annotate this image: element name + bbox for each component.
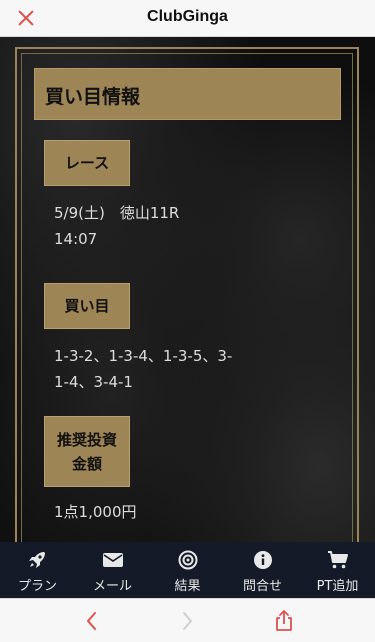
bottom-nav: プラン メール 結果 問合せ PT追加: [0, 542, 375, 598]
forward-arrow-icon[interactable]: [175, 609, 199, 633]
nav-item-mail[interactable]: メール: [75, 542, 150, 598]
investment-value: 1点1,000円: [54, 503, 137, 521]
browser-toolbar: [0, 598, 375, 642]
race-label: レース: [44, 140, 130, 186]
nav-label-contact: 問合せ: [242, 579, 282, 594]
nav-label-plan: プラン: [17, 579, 57, 594]
rocket-icon: [28, 552, 45, 568]
nav-item-contact[interactable]: 問合せ: [225, 542, 300, 598]
target-icon: [178, 550, 197, 570]
top-bar: ClubGinga: [0, 0, 375, 37]
nav-label-mail: メール: [92, 579, 132, 594]
cart-icon: [327, 551, 348, 569]
investment-label-line-1: 推奨投資: [56, 430, 117, 449]
nav-label-add-points: PT追加: [316, 579, 359, 594]
section-header: 買い目情報: [34, 68, 341, 120]
race-date: 5/9(土) 徳山11R: [54, 204, 180, 222]
investment-label: 推奨投資 金額: [44, 416, 130, 487]
share-icon[interactable]: [272, 609, 296, 633]
bets-line-2: 1-4、3-4-1: [54, 373, 133, 391]
nav-item-results[interactable]: 結果: [150, 542, 225, 598]
nav-item-plan[interactable]: プラン: [0, 542, 75, 598]
nav-label-results: 結果: [174, 579, 201, 594]
section-title: 買い目情報: [45, 86, 141, 108]
nav-item-add-points[interactable]: PT追加: [300, 542, 375, 598]
race-time: 14:07: [54, 230, 98, 248]
back-arrow-icon[interactable]: [80, 609, 104, 633]
app-title: ClubGinga: [147, 8, 228, 25]
bets-line-1: 1-3-2、1-3-4、1-3-5、3-: [54, 347, 233, 365]
bets-label: 買い目: [44, 283, 130, 329]
investment-label-line-2: 金額: [71, 454, 102, 473]
envelope-icon: [102, 553, 123, 567]
info-icon: [253, 551, 272, 569]
main-content[interactable]: 買い目情報 レース 5/9(土) 徳山11R 14:07 買い目 1-3-2、1…: [0, 37, 375, 542]
